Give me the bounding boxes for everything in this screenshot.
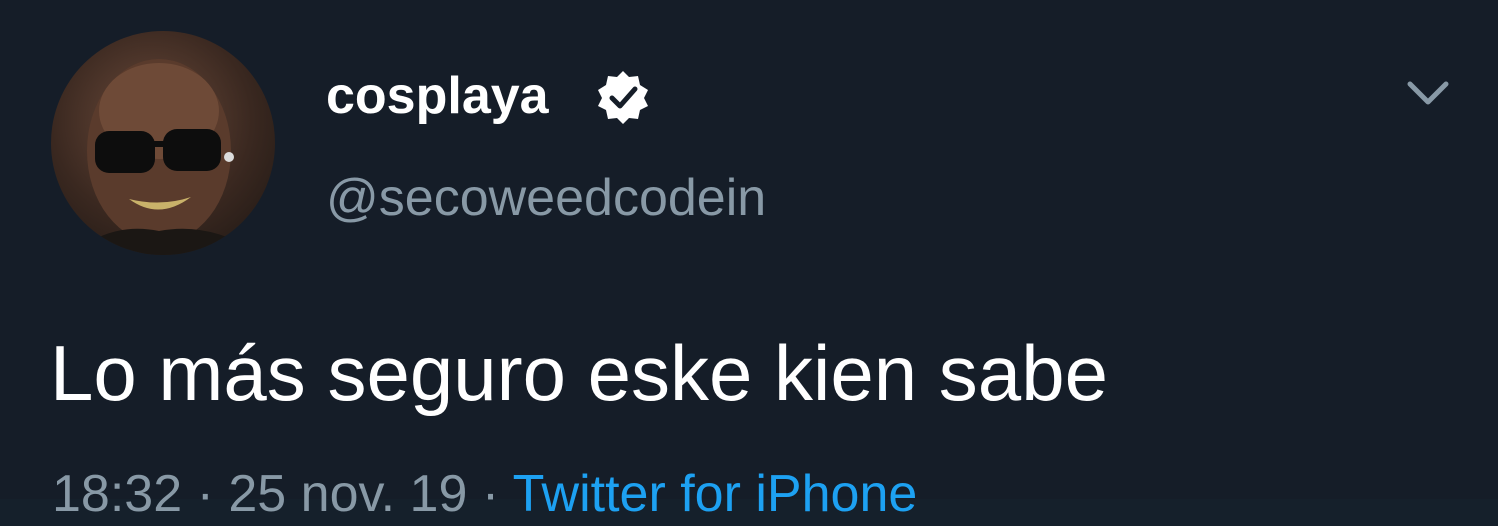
display-name[interactable]: cosplaya <box>326 64 549 128</box>
chevron-down-icon[interactable] <box>1404 74 1452 110</box>
tweet-card: cosplaya @secoweedcodein Lo más seguro e… <box>0 0 1498 523</box>
tweet-source-link[interactable]: Twitter for iPhone <box>513 465 918 523</box>
tweet-date[interactable]: 25 nov. 19 <box>228 465 467 523</box>
user-handle[interactable]: @secoweedcodein <box>326 166 766 230</box>
meta-separator: · <box>467 465 513 523</box>
avatar[interactable] <box>51 31 275 255</box>
tweet-text: Lo más seguro eske kien sabe <box>50 329 1108 417</box>
meta-separator: · <box>182 465 229 523</box>
tweet-time[interactable]: 18:32 <box>52 465 182 523</box>
tweet-meta: 18:32 · 25 nov. 19 · Twitter for iPhone <box>52 462 917 526</box>
verified-badge-icon <box>598 71 648 124</box>
